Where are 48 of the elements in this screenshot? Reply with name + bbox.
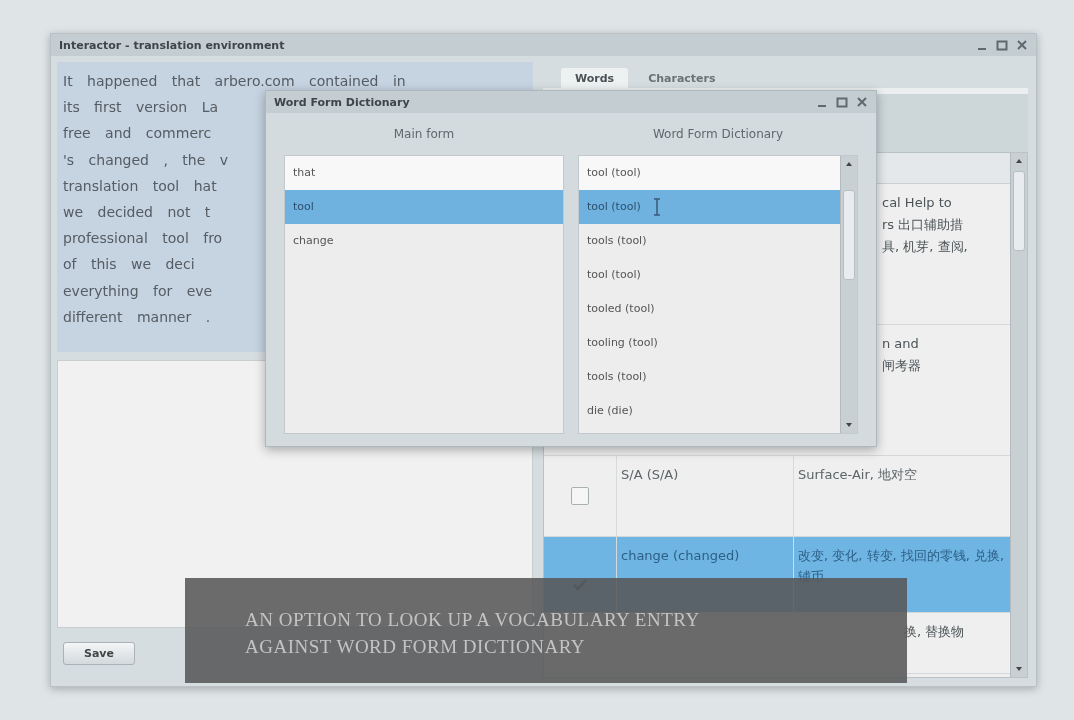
text-line: its first version La bbox=[63, 98, 219, 118]
close-icon[interactable] bbox=[856, 96, 868, 108]
text-line: translation tool hat bbox=[63, 176, 217, 196]
dialog-title: Word Form Dictionary bbox=[274, 95, 410, 109]
scrollbar[interactable] bbox=[1010, 153, 1027, 677]
text-line: 's changed , the v bbox=[63, 150, 229, 170]
scrollbar-thumb[interactable] bbox=[1013, 171, 1025, 251]
text-line: we decided not t bbox=[63, 203, 211, 222]
table-cell-text: 闸考器 bbox=[882, 357, 922, 375]
list-item[interactable]: tool (tool) bbox=[579, 190, 840, 224]
caption-text: AGAINST WORD FORM DICTIONARY bbox=[245, 635, 586, 659]
text-line: everything for eve bbox=[63, 281, 213, 301]
table-cell-text: 具, 机芽, 查阅, bbox=[882, 238, 969, 256]
tab[interactable]: Characters bbox=[634, 68, 730, 88]
list-item[interactable]: tooling (tool) bbox=[579, 326, 840, 360]
table-cell-text: cal Help to bbox=[882, 194, 953, 212]
text-line: free and commerc bbox=[63, 124, 212, 144]
table-cell-text: rs 出口辅助措 bbox=[882, 216, 965, 234]
tab[interactable]: Words bbox=[561, 68, 629, 88]
list-item[interactable]: change bbox=[285, 224, 563, 258]
text-cursor-icon bbox=[652, 198, 661, 216]
scrollbar[interactable] bbox=[840, 156, 857, 433]
text-line: different manner . bbox=[63, 307, 211, 327]
list-item[interactable]: tool (tool) bbox=[579, 156, 840, 190]
scrollbar-thumb[interactable] bbox=[843, 190, 855, 280]
list-item[interactable]: tool (tool) bbox=[579, 258, 840, 292]
table-cell: S/A (S/A) bbox=[621, 467, 679, 482]
window-title: Interactor - translation environment bbox=[59, 38, 285, 52]
list-item[interactable]: tool bbox=[285, 190, 563, 224]
column-heading: Main form bbox=[392, 126, 456, 143]
text-line: professional tool fro bbox=[63, 229, 223, 249]
table-cell: Surface-Air, 地对空 bbox=[798, 467, 918, 482]
maximize-icon[interactable] bbox=[836, 96, 848, 108]
table-cell: change (changed) bbox=[621, 548, 740, 563]
table-row[interactable]: S/A (S/A) Surface-Air, 地对空 bbox=[544, 456, 1010, 537]
list-item[interactable]: tools (tool) bbox=[579, 360, 840, 394]
list-item[interactable]: tools (tool) bbox=[579, 224, 840, 258]
list-item[interactable]: that bbox=[285, 156, 563, 190]
checkbox[interactable] bbox=[571, 487, 589, 505]
column-heading: Word Form Dictionary bbox=[651, 126, 785, 143]
list-item[interactable]: tooled (tool) bbox=[579, 292, 840, 326]
list-item[interactable]: die (die) bbox=[579, 394, 840, 428]
maximize-icon[interactable] bbox=[996, 39, 1008, 51]
text-line: of this we deci bbox=[63, 255, 195, 275]
close-icon[interactable] bbox=[1016, 39, 1028, 51]
table-cell-text: n and bbox=[882, 335, 920, 353]
save-button[interactable]: Save bbox=[63, 641, 135, 665]
text-line: It happened that arbero.com contained in bbox=[63, 72, 406, 91]
